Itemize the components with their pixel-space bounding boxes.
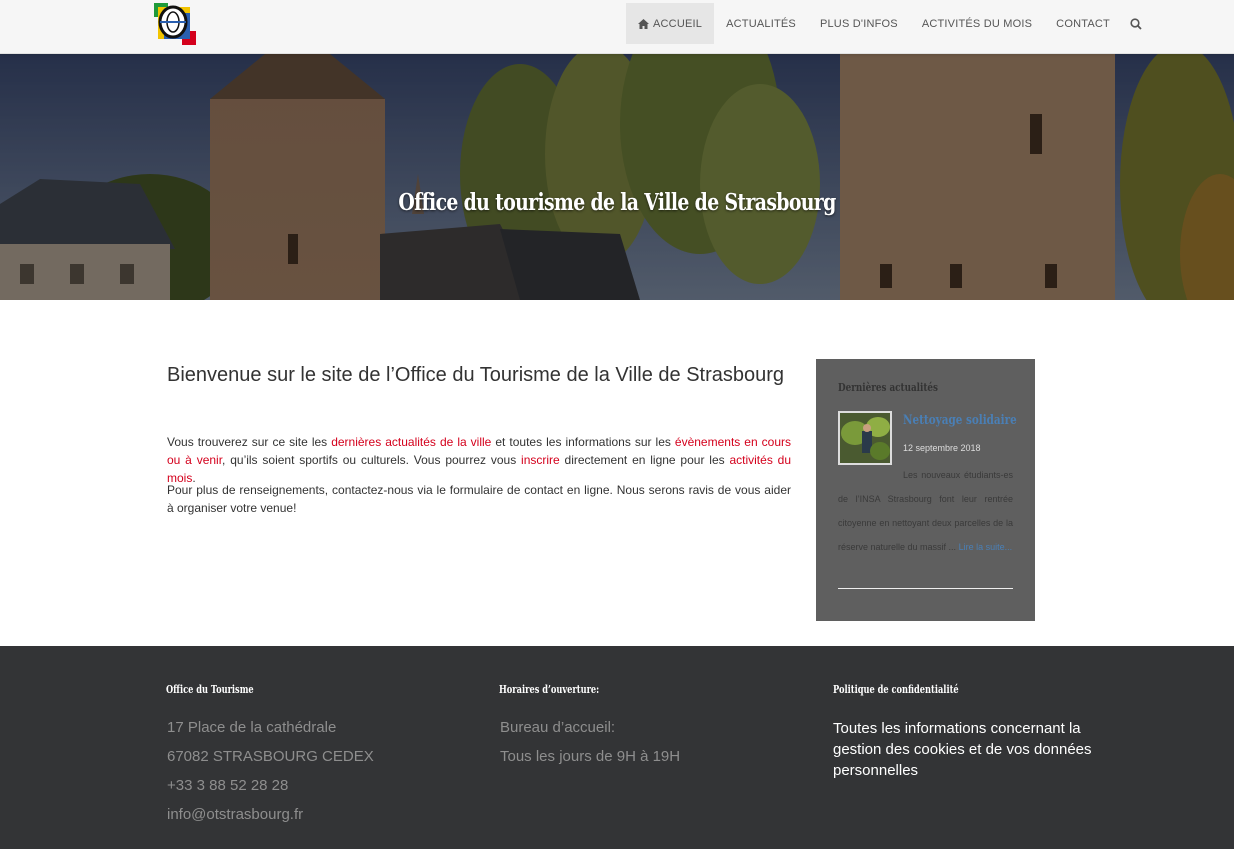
text-segment: directement en ligne pour les [559, 453, 730, 467]
main-nav: ACCUEIL ACTUALITÉS PLUS D'INFOS ACTIVITÉ… [626, 3, 1150, 44]
footer-office-title: Office du Tourisme [166, 683, 254, 696]
contact-paragraph: Pour plus de renseignements, contactez-n… [167, 483, 791, 515]
nav-item-actualites[interactable]: ACTUALITÉS [714, 3, 808, 44]
welcome-heading: Bienvenue sur le site de l’Office du Tou… [167, 364, 785, 386]
search-icon [1130, 17, 1142, 30]
nav-item-plus-infos[interactable]: PLUS D'INFOS [808, 3, 910, 44]
footer-hours-value: Tous les jours de 9H à 19H [500, 748, 681, 765]
hero-image [0, 54, 1234, 300]
nav-label: ACTUALITÉS [726, 17, 796, 30]
site-logo[interactable] [154, 3, 196, 45]
link-actualites[interactable]: dernières actualités de la ville [331, 435, 491, 449]
site-header: ACCUEIL ACTUALITÉS PLUS D'INFOS ACTIVITÉ… [0, 0, 1234, 54]
read-more-link[interactable]: Lire la suite... [959, 542, 1013, 552]
nav-label: ACCUEIL [653, 17, 703, 30]
footer-hours-label: Bureau d’accueil: [500, 719, 616, 736]
home-icon [638, 18, 649, 29]
intro-paragraph: Vous trouverez sur ce site les dernières… [167, 433, 791, 487]
nav-item-accueil[interactable]: ACCUEIL [626, 3, 715, 44]
news-excerpt-text: Les nouveaux étudiants-es de l’INSA Stra… [838, 470, 1013, 552]
hero-title: Office du tourisme de la Ville de Strasb… [398, 189, 836, 216]
footer-email[interactable]: info@otstrasbourg.fr [167, 806, 303, 823]
news-excerpt: Les nouveaux étudiants-es de l’INSA Stra… [838, 463, 1013, 559]
footer-city-line: 67082 STRASBOURG CEDEX [167, 748, 374, 765]
nav-label: ACTIVITÉS DU MOIS [921, 17, 1033, 30]
nav-label: CONTACT [1056, 17, 1110, 30]
footer-privacy-link[interactable]: Toutes les informations concernant la ge… [833, 718, 1103, 781]
news-thumbnail[interactable] [838, 411, 892, 465]
footer-address-line: 17 Place de la cathédrale [167, 719, 337, 736]
nav-label: PLUS D'INFOS [819, 17, 898, 30]
sidebar-divider [838, 588, 1013, 589]
hero-banner: Office du tourisme de la Ville de Strasb… [0, 54, 1234, 300]
search-button[interactable] [1122, 3, 1150, 44]
link-inscrire[interactable]: inscrire [521, 453, 560, 467]
footer-privacy-title: Politique de confidentialité [833, 683, 959, 696]
nav-item-activites[interactable]: ACTIVITÉS DU MOIS [910, 3, 1044, 44]
news-sidebar: Dernières actualités Nettoyage solidaire… [816, 359, 1035, 621]
site-footer: Office du Tourisme 17 Place de la cathéd… [0, 646, 1234, 849]
nav-item-contact[interactable]: CONTACT [1044, 3, 1122, 44]
text-segment: , qu’ils soient sportifs ou culturels. V… [222, 453, 522, 467]
sidebar-title: Dernières actualités [838, 381, 938, 394]
footer-hours-title: Horaires d’ouverture: [499, 683, 600, 696]
text-segment: et toutes les informations sur les [491, 435, 675, 449]
footer-phone[interactable]: +33 3 88 52 28 28 [167, 777, 288, 794]
news-date: 12 septembre 2018 [903, 443, 981, 453]
news-title-link[interactable]: Nettoyage solidaire [903, 413, 1017, 428]
text-segment: Vous trouverez sur ce site les [167, 435, 332, 449]
